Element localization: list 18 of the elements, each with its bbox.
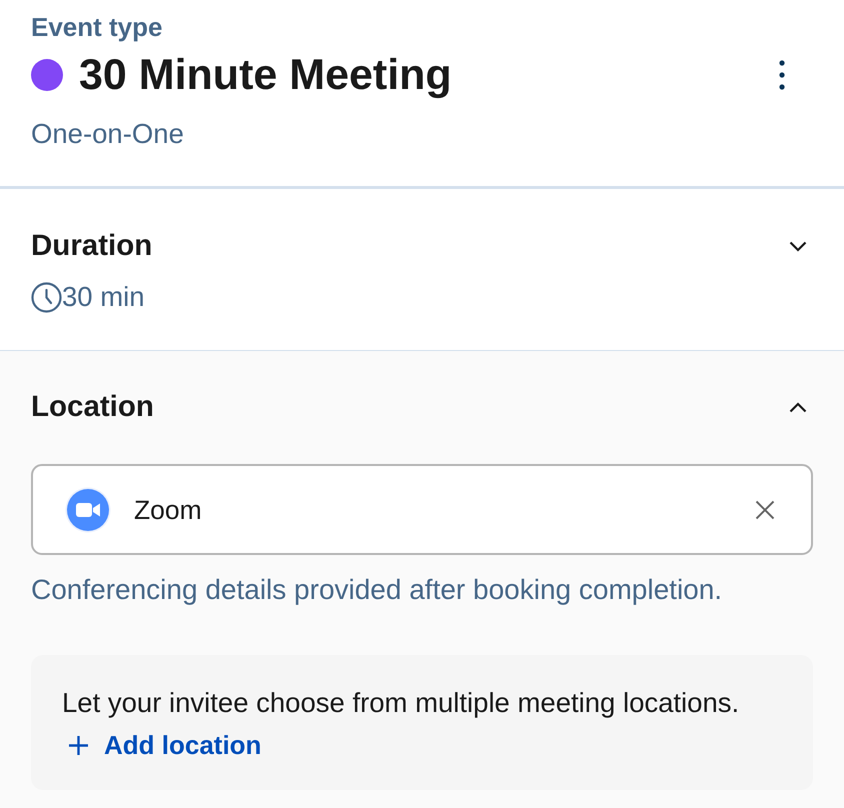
event-type-label: Event type: [31, 11, 162, 43]
add-location-link[interactable]: Add location: [62, 728, 262, 762]
video-camera-icon: [65, 486, 111, 532]
location-field[interactable]: Zoom: [31, 464, 813, 555]
section-title[interactable]: Location: [31, 389, 154, 425]
plus-icon: [69, 736, 88, 754]
section-title[interactable]: Duration: [31, 228, 152, 264]
location-name: Zoom: [134, 494, 202, 526]
event-kind-text: One-on-One: [31, 117, 184, 151]
event-title: 30 Minute Meeting: [79, 50, 452, 100]
close-icon[interactable]: [755, 500, 775, 520]
multi-location-text: Let your invitee choose from multiple meeting locations.: [62, 686, 740, 720]
clock-icon: [31, 282, 62, 312]
chevron-down-icon[interactable]: [789, 240, 807, 252]
duration-value: 30 min: [62, 280, 145, 314]
chevron-up-icon[interactable]: [789, 402, 807, 412]
more-options-icon[interactable]: [779, 60, 785, 90]
helper-text: Conferencing details provided after booking completion.: [31, 573, 722, 607]
